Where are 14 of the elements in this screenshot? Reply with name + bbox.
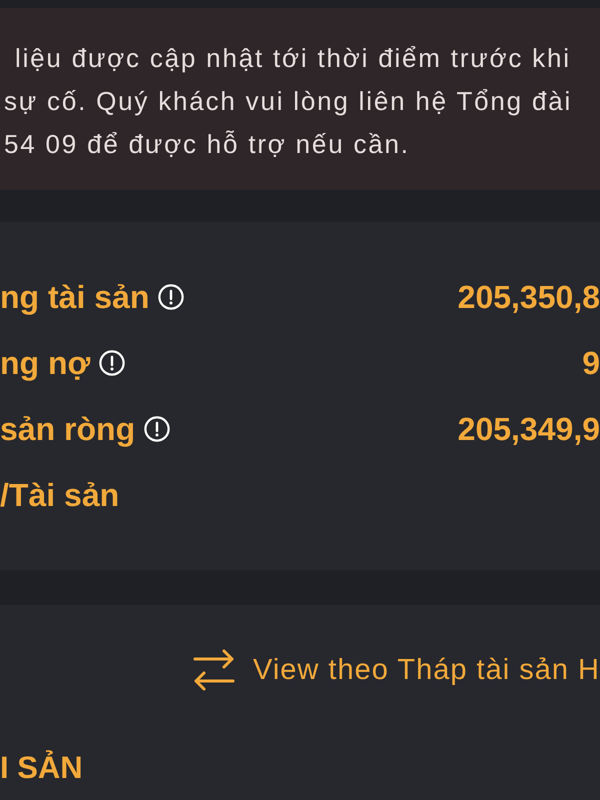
swap-arrows-icon xyxy=(193,648,235,692)
row-label: ng tài sản xyxy=(0,278,150,316)
view-toggle-link[interactable]: View theo Tháp tài sản H xyxy=(193,648,600,692)
row-value: 205,350,8 xyxy=(458,278,600,316)
section-title: I SẢN xyxy=(0,749,84,787)
row-label: sản ròng xyxy=(0,410,136,448)
row-label: /Tài sản xyxy=(0,476,120,514)
exclamation-circle-icon[interactable] xyxy=(144,416,170,442)
exclamation-circle-icon[interactable] xyxy=(158,284,184,310)
notice-text: liệu được cập nhật tới thời điểm trước khi sự cố. Quý khách vui lòng liên hệ Tổng đài 54 09 để được hỗ trợ nếu cần. xyxy=(4,42,574,161)
exclamation-circle-icon[interactable] xyxy=(99,350,126,376)
row-value: 205,349,9 xyxy=(458,410,600,448)
row-value: 9 xyxy=(582,344,600,382)
row-label: ng nợ xyxy=(0,344,90,382)
